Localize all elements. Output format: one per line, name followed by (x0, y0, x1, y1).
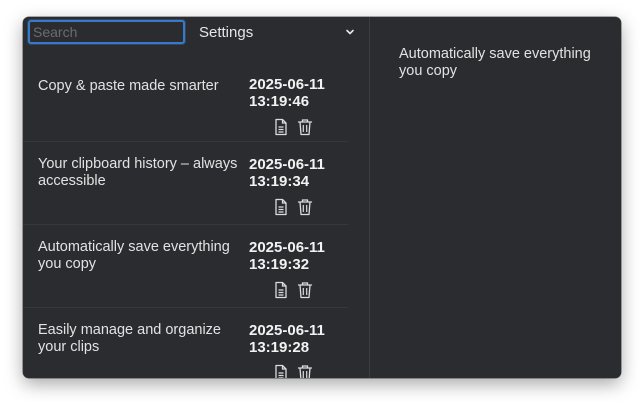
clip-list[interactable]: Copy & paste made smarter 2025-06-11 13:… (23, 47, 348, 378)
preview-pane: Automatically save everything you copy (370, 17, 621, 378)
chevron-down-icon (346, 29, 354, 35)
clip-actions (273, 364, 313, 378)
trash-icon[interactable] (297, 364, 313, 378)
clip-actions (273, 118, 313, 136)
preview-text: Automatically save everything you copy (399, 46, 591, 79)
clip-timestamp: 2025-06-11 13:19:32 (249, 239, 325, 273)
clip-timestamp: 2025-06-11 13:19:34 (249, 156, 325, 190)
list-item[interactable]: Your clipboard history – always accessib… (23, 142, 348, 225)
trash-icon[interactable] (297, 198, 313, 216)
app-window: Settings Copy & paste made smarter 2025-… (23, 17, 621, 378)
list-item[interactable]: Copy & paste made smarter 2025-06-11 13:… (23, 47, 348, 142)
trash-icon[interactable] (297, 118, 313, 136)
document-icon[interactable] (273, 198, 289, 216)
clip-timestamp: 2025-06-11 13:19:28 (249, 322, 325, 356)
search-input[interactable] (28, 20, 185, 44)
list-item[interactable]: Easily manage and organize your clips 20… (23, 308, 348, 378)
clip-actions (273, 198, 313, 216)
document-icon[interactable] (273, 281, 289, 299)
clip-text: Your clipboard history – always accessib… (38, 156, 238, 189)
list-item[interactable]: Automatically save everything you copy 2… (23, 225, 348, 308)
settings-label: Settings (199, 23, 254, 41)
clip-actions (273, 281, 313, 299)
clip-text: Easily manage and organize your clips (38, 322, 221, 355)
clip-timestamp: 2025-06-11 13:19:46 (249, 76, 325, 110)
clip-list-pane: Settings Copy & paste made smarter 2025-… (23, 17, 370, 378)
settings-dropdown[interactable]: Settings (191, 21, 359, 43)
trash-icon[interactable] (297, 281, 313, 299)
clip-text: Automatically save everything you copy (38, 239, 230, 272)
document-icon[interactable] (273, 118, 289, 136)
document-icon[interactable] (273, 364, 289, 378)
clip-text: Copy & paste made smarter (38, 78, 219, 94)
